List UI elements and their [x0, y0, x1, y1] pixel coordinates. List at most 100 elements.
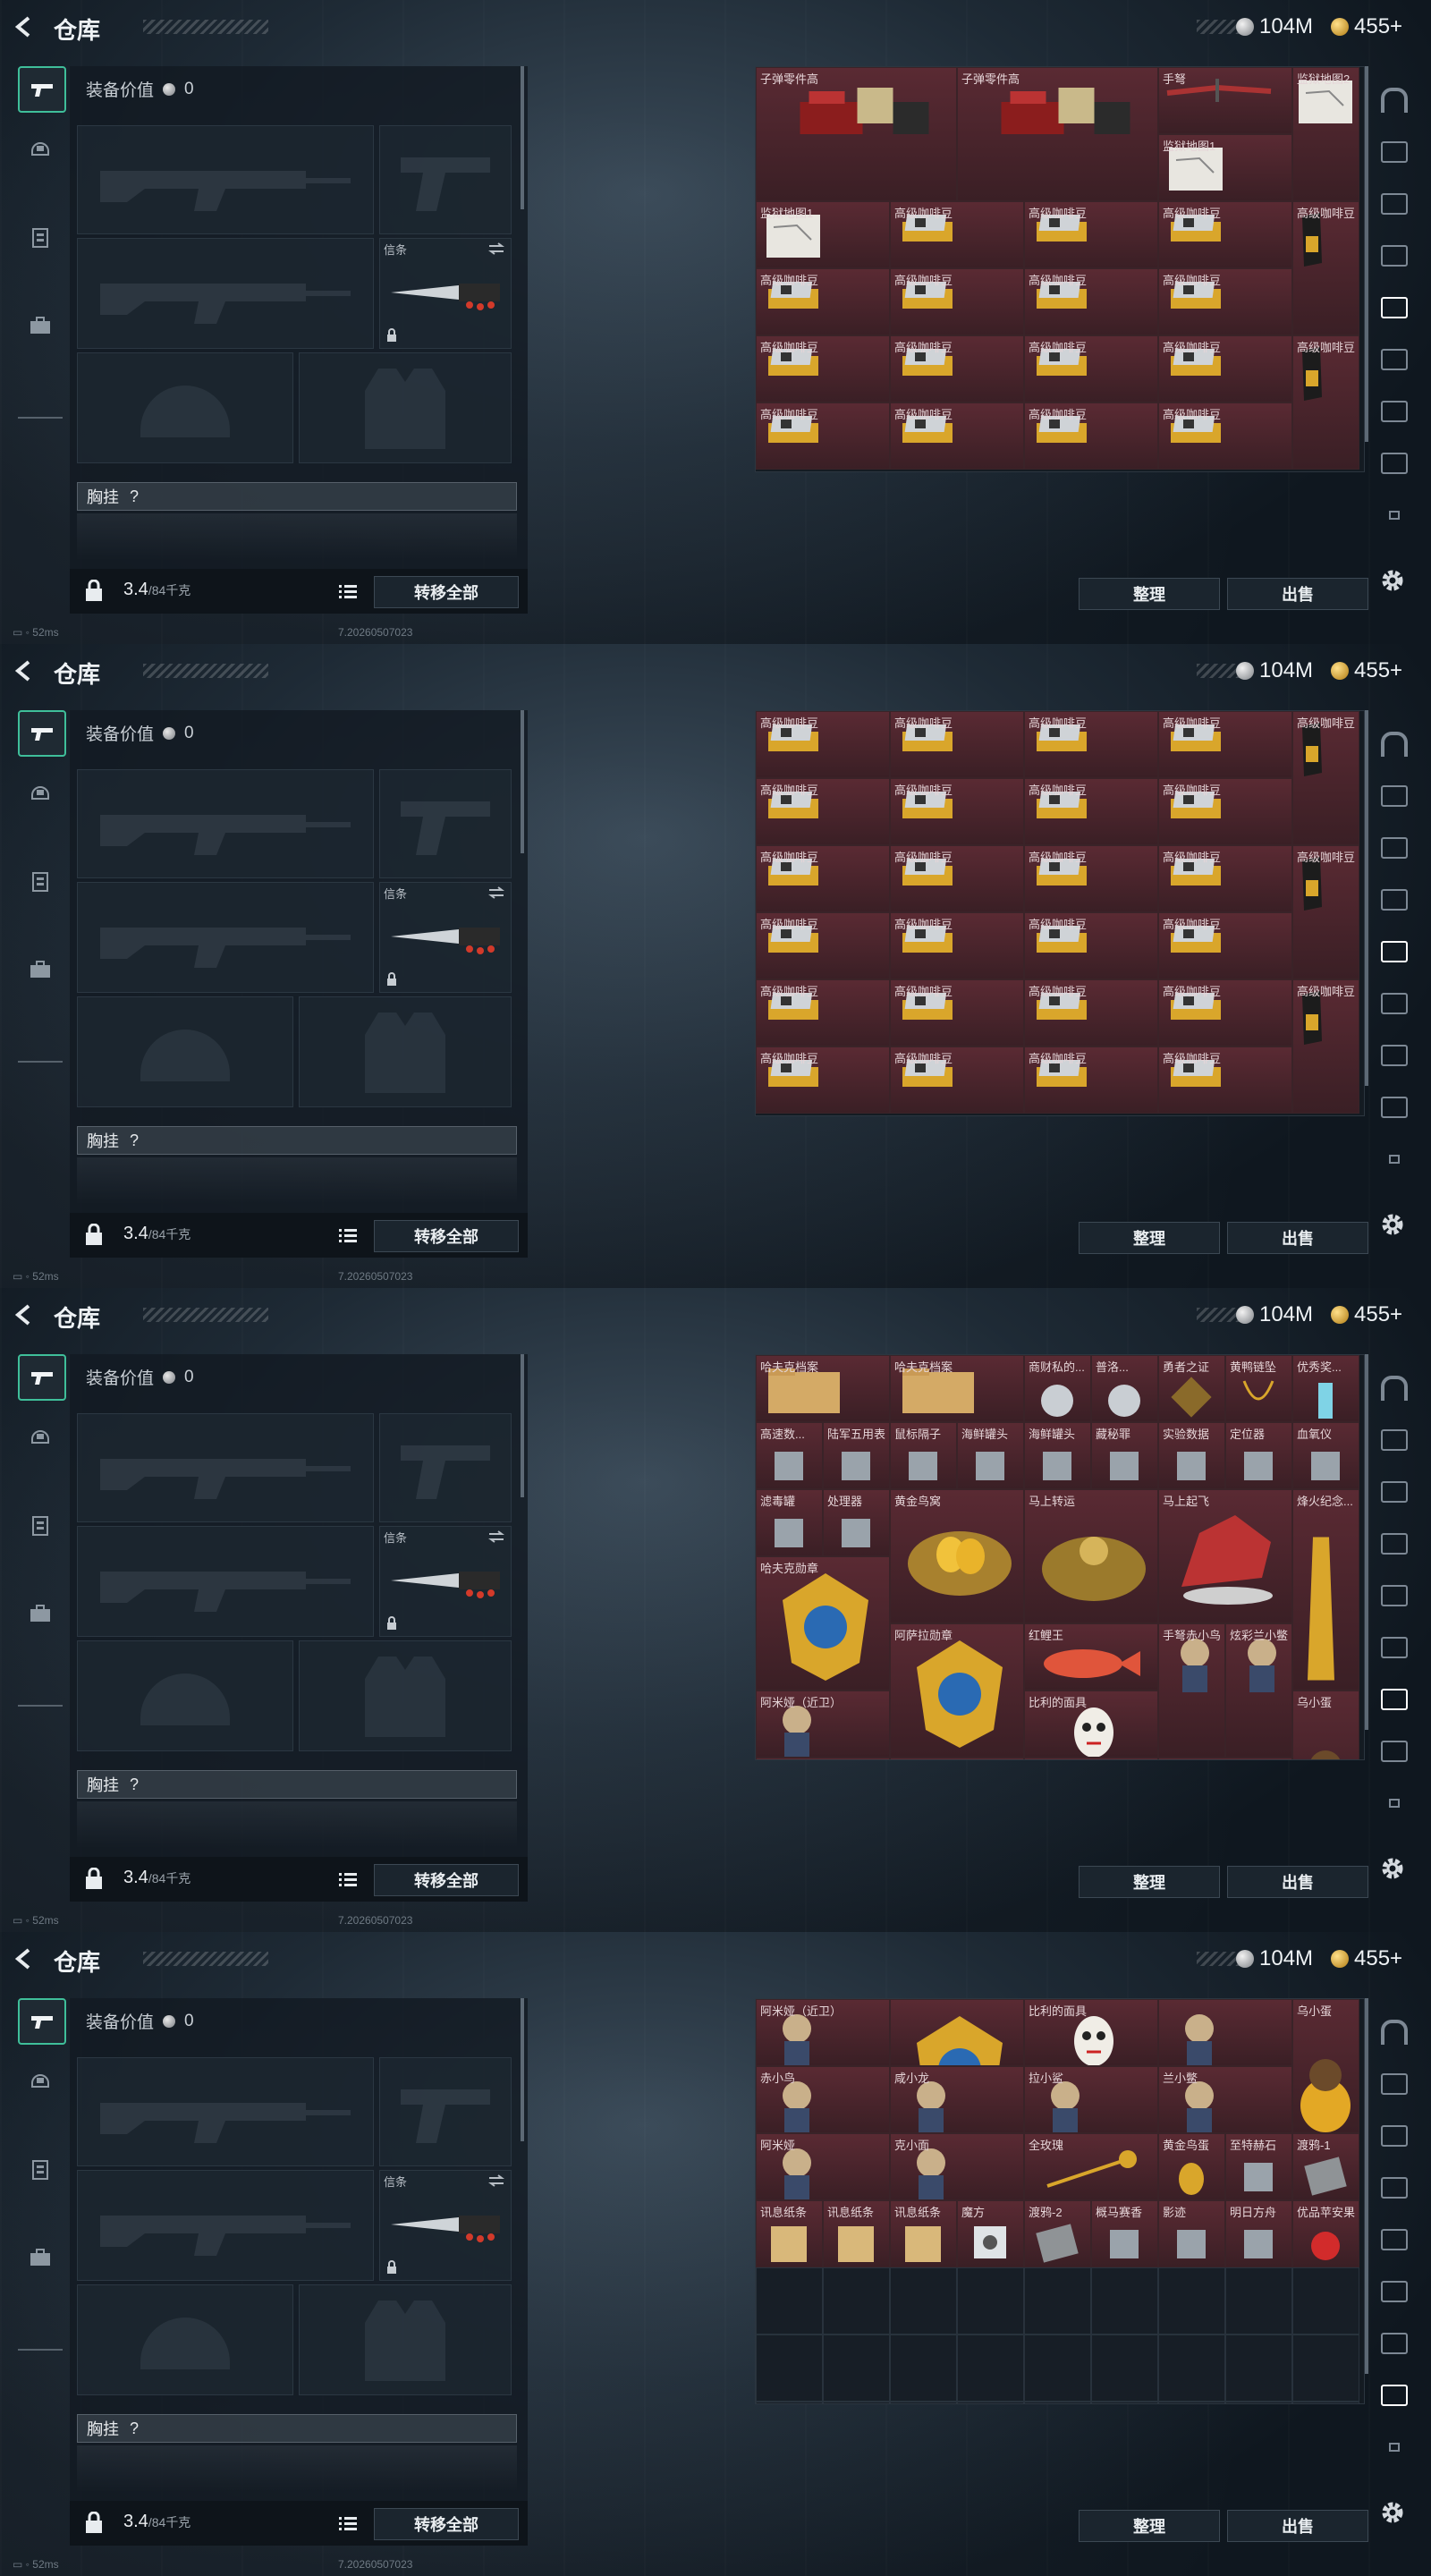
pistol-slot[interactable] — [379, 2057, 512, 2166]
stash-item[interactable]: 高级咖啡豆 — [1024, 711, 1158, 778]
stash-item[interactable]: 优品苹安果 — [1292, 2200, 1359, 2267]
tab-armor[interactable] — [18, 129, 63, 172]
stash-item[interactable]: 高级咖啡豆 — [1292, 335, 1359, 470]
stash-item[interactable]: 藏秘罪 — [1091, 1422, 1158, 1489]
stash-item[interactable]: 高级咖啡豆 — [1158, 979, 1292, 1046]
secondary-weapon-slot[interactable] — [77, 2170, 374, 2281]
back-arrow-icon[interactable] — [13, 14, 38, 39]
loadout-scrollbar[interactable] — [521, 66, 524, 209]
stash-item[interactable]: 乌小蛋 — [1292, 1999, 1359, 2133]
stash-item[interactable]: 高级咖啡豆 — [890, 201, 1024, 268]
tab-weapons[interactable] — [18, 710, 66, 757]
empty-cell[interactable] — [890, 2402, 957, 2403]
stash-tab[interactable] — [1377, 2327, 1411, 2360]
stash-item[interactable]: 勇者之证 — [1158, 1355, 1225, 1422]
stash-tab[interactable] — [1377, 2120, 1411, 2152]
stash-item[interactable]: 赤小鸟 — [756, 1758, 890, 1759]
gold-currency[interactable]: 455+ — [1331, 657, 1402, 685]
empty-cell[interactable] — [756, 2402, 823, 2403]
primary-weapon-slot[interactable] — [77, 2057, 374, 2166]
stash-item[interactable]: 高级咖啡豆 — [1158, 778, 1292, 845]
stash-tab[interactable] — [1377, 395, 1411, 428]
back-arrow-icon[interactable] — [13, 1946, 38, 1971]
silver-currency[interactable]: 104M — [1236, 1301, 1313, 1329]
stash-item[interactable]: 咸小龙 — [890, 2066, 1024, 2133]
stash-item[interactable]: 陆军五用表 — [823, 1422, 890, 1489]
stash-item[interactable]: 高级咖啡豆 — [1158, 1046, 1292, 1114]
stash-tab[interactable] — [1377, 987, 1411, 1020]
stash-tab[interactable] — [1377, 728, 1411, 760]
stash-item[interactable]: 高级咖啡豆 — [1024, 268, 1158, 335]
stash-item[interactable]: 子弹零件高 — [957, 67, 1158, 201]
secondary-weapon-slot[interactable] — [77, 1526, 374, 1637]
stash-scrollbar[interactable] — [1365, 710, 1368, 1086]
stash-item[interactable]: 高级咖啡豆 — [1292, 845, 1359, 979]
tab-armor[interactable] — [18, 1417, 63, 1460]
empty-cell[interactable] — [957, 2267, 1024, 2334]
stash-item[interactable]: 高级咖啡豆 — [1024, 402, 1158, 470]
stash-tab[interactable] — [1377, 240, 1411, 272]
sell-button[interactable]: 出售 — [1227, 2510, 1368, 2542]
help-icon[interactable]: ? — [130, 2419, 139, 2438]
stash-item[interactable]: 高级咖啡豆 — [1158, 711, 1292, 778]
tab-armor[interactable] — [18, 2061, 63, 2104]
stash-tab[interactable] — [1377, 292, 1411, 324]
stash-item[interactable]: 阿米娅（近卫） — [756, 1690, 890, 1758]
silver-currency[interactable]: 104M — [1236, 13, 1313, 41]
transfer-all-button[interactable]: 转移全部 — [374, 576, 519, 608]
stash-item[interactable]: 高级咖啡豆 — [890, 778, 1024, 845]
pistol-slot[interactable] — [379, 125, 512, 234]
stash-item[interactable]: 渡鸦-1 — [1292, 2133, 1359, 2200]
list-icon[interactable] — [338, 2513, 358, 2533]
transfer-all-button[interactable]: 转移全部 — [374, 1220, 519, 1252]
stash-item[interactable]: 手弩赤小鸟 — [1158, 1623, 1225, 1758]
empty-cell[interactable] — [756, 2267, 823, 2334]
stash-item[interactable]: 兰小鳖 — [1158, 2066, 1292, 2133]
stash-item[interactable]: 高级咖啡豆 — [756, 402, 890, 470]
stash-item[interactable]: 阿萨拉勋章 — [890, 1623, 1024, 1758]
stash-item[interactable]: 高速数... — [756, 1422, 823, 1489]
stash-item[interactable]: 高级咖啡豆 — [890, 268, 1024, 335]
stash-item[interactable]: 监狱地图2 — [1292, 67, 1359, 201]
stash-item[interactable]: 高级咖啡豆 — [1024, 335, 1158, 402]
sell-button[interactable]: 出售 — [1227, 1222, 1368, 1254]
stash-tab[interactable] — [1377, 2068, 1411, 2100]
stash-item[interactable]: 定位器 — [1225, 1422, 1292, 1489]
gear-icon[interactable] — [1377, 565, 1408, 596]
stash-item[interactable]: 鼠标隔子 — [890, 1422, 957, 1489]
stash-item[interactable]: 高级咖啡豆 — [890, 845, 1024, 912]
stash-item[interactable]: 拉小鲨 — [1024, 2066, 1158, 2133]
empty-cell[interactable] — [957, 2334, 1024, 2402]
list-icon[interactable] — [338, 1869, 358, 1889]
stash-tab[interactable] — [1377, 136, 1411, 168]
help-icon[interactable]: ? — [130, 1131, 139, 1150]
chest-rig-slot[interactable]: 胸挂 ? — [77, 1126, 517, 1155]
stash-item[interactable]: 实验数据 — [1158, 1422, 1225, 1489]
loadout-scrollbar[interactable] — [521, 1354, 524, 1497]
stash-item[interactable]: 子弹零件高 — [756, 67, 957, 201]
stash-item[interactable]: 血氧仪 — [1292, 1422, 1359, 1489]
stash-item[interactable]: 高级咖啡豆 — [890, 912, 1024, 979]
swap-icon[interactable] — [487, 2174, 505, 2187]
stash-item[interactable]: 阿米娅 — [756, 2133, 890, 2200]
tab-weapons[interactable] — [18, 1998, 66, 2045]
stash-item[interactable] — [1158, 1999, 1292, 2066]
empty-cell[interactable] — [1091, 2334, 1158, 2402]
tab-equipment[interactable] — [18, 216, 63, 259]
stash-tab[interactable] — [1377, 1787, 1411, 1819]
stash-tab[interactable] — [1377, 2016, 1411, 2048]
stash-item[interactable]: 烽火纪念... — [1292, 1489, 1359, 1690]
stash-item[interactable]: 比利的面具 — [1024, 1999, 1158, 2066]
empty-cell[interactable] — [1158, 2267, 1225, 2334]
stash-item[interactable]: 高级咖啡豆 — [1158, 912, 1292, 979]
stash-tab[interactable] — [1377, 1735, 1411, 1767]
help-icon[interactable]: ? — [130, 487, 139, 506]
tab-equipment[interactable] — [18, 860, 63, 903]
stash-item[interactable]: 高级咖啡豆 — [890, 979, 1024, 1046]
back-arrow-icon[interactable] — [13, 658, 38, 683]
stash-item[interactable] — [890, 1999, 1024, 2066]
stash-tab[interactable] — [1377, 2172, 1411, 2204]
stash-item[interactable]: 高级咖啡豆 — [1292, 201, 1359, 335]
stash-item[interactable]: 优秀奖... — [1292, 1355, 1359, 1422]
gear-icon[interactable] — [1377, 1853, 1408, 1884]
